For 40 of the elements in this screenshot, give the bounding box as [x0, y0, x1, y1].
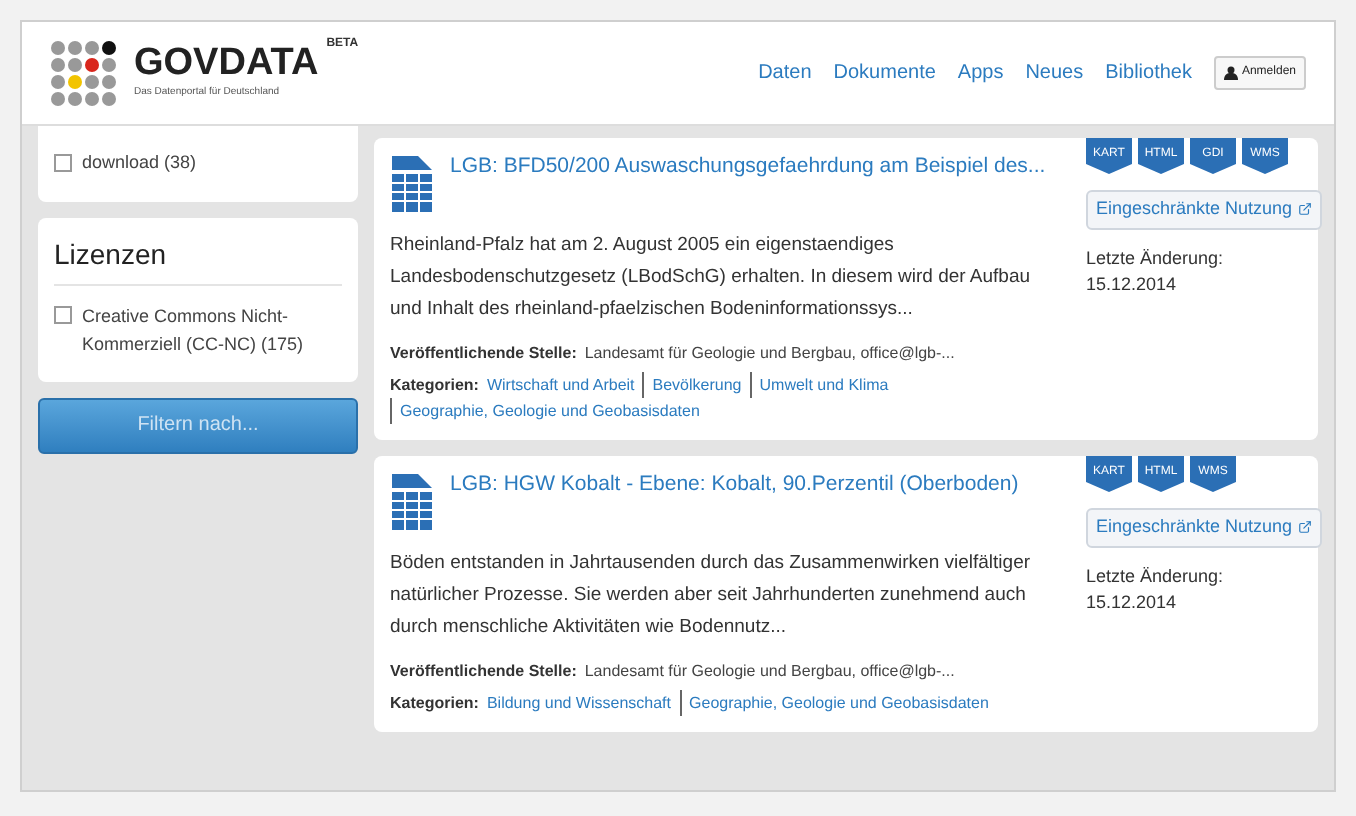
modified-label: Letzte Änderung:: [1086, 245, 1226, 272]
category-link[interactable]: Bevölkerung: [642, 372, 742, 398]
modified-date: 15.12.2014: [1086, 590, 1179, 616]
publisher-label: Veröffentlichende Stelle:: [390, 342, 577, 366]
publisher-text: Landesamt für Geologie und Bergbau, office@lgb-...: [584, 660, 955, 684]
modified-date: 15.12.2014: [1086, 272, 1179, 298]
checkbox[interactable]: [54, 154, 72, 172]
modified-label: Letzte Änderung:: [1086, 563, 1226, 590]
dot-grid-logo-icon: [50, 39, 118, 107]
categories-label: Kategorien:: [390, 692, 479, 716]
nav-link[interactable]: Dokumente: [833, 58, 936, 88]
result-description: Böden entstanden in Jahrtausenden durch das Zusammenwirken vielfältiger natürlicher Prozesse. Sie werden aber seit Jahrhunderten zunehmend auch durch menschliche Aktivitäten wie Bodennutz...: [390, 550, 1033, 642]
result-title-link[interactable]: LGB: HGW Kobalt - Ebene: Kobalt, 90.Perzentil (Oberboden): [450, 472, 1019, 499]
result-title-link[interactable]: LGB: BFD50/200 Auswaschungsgefaehrdung am Beispiel des...: [450, 154, 1046, 181]
external-link-icon: [1297, 520, 1312, 535]
logo-text: GOVDATA: [134, 44, 319, 83]
categories-label: Kategorien:: [390, 374, 479, 398]
result-description: Rheinland-Pfalz hat am 2. August 2005 ein eigenstaendiges Landesbodenschutzgesetz (LBodSchG) erhalten. In diesem wird der Aufbau und Inhalt des rheinland-pfaelzischen Bodeninformationssys...: [390, 232, 1033, 324]
license-link[interactable]: Eingeschränkte Nutzung: [1086, 508, 1322, 547]
publisher-text: Landesamt für Geologie und Bergbau, office@lgb-...: [584, 342, 955, 366]
publisher-label: Veröffentlichende Stelle:: [390, 660, 577, 684]
filter-option-label[interactable]: Creative Commons Nicht-Kommerziell (CC-NC) (175): [82, 301, 342, 357]
filter-option-label[interactable]: download (38): [82, 150, 197, 177]
license-heading: Lizenzen: [54, 233, 342, 285]
category-link[interactable]: Umwelt und Klima: [749, 372, 889, 398]
nav-link[interactable]: Bibliothek: [1105, 58, 1192, 88]
filter-button[interactable]: Filtern nach...: [38, 397, 358, 453]
user-icon: [1223, 66, 1238, 80]
category-link[interactable]: Geographie, Geologie und Geobasisdaten: [679, 690, 989, 716]
category-link[interactable]: Geographie, Geologie und Geobasisdaten: [390, 398, 700, 424]
category-link[interactable]: Bildung und Wissenschaft: [486, 690, 672, 716]
external-link-icon: [1297, 202, 1312, 217]
nav-link[interactable]: Neues: [1025, 58, 1084, 88]
nav-link[interactable]: Apps: [957, 58, 1004, 88]
table-document-icon: [390, 154, 434, 214]
category-link[interactable]: Wirtschaft und Arbeit: [486, 372, 635, 398]
nav-link[interactable]: Daten: [758, 58, 812, 88]
license-link[interactable]: Eingeschränkte Nutzung: [1086, 190, 1322, 229]
checkbox[interactable]: [54, 305, 72, 323]
table-document-icon: [390, 472, 434, 532]
